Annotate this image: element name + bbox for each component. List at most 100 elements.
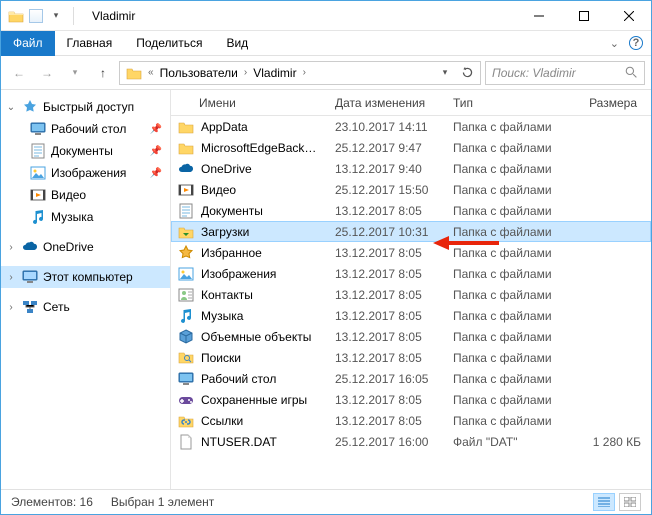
tree-item[interactable]: Рабочий стол📌 [1, 118, 170, 140]
cell-date: 25.12.2017 15:50 [329, 183, 447, 197]
table-row[interactable]: Изображения13.12.2017 8:05Папка с файлам… [171, 263, 651, 284]
collapse-icon[interactable]: ⌄ [5, 102, 17, 113]
cell-type: Папка с файлами [447, 309, 567, 323]
view-details-button[interactable] [593, 493, 615, 511]
list-view: Имени Дата изменения Тип Размера AppData… [171, 90, 651, 489]
ribbon-tab-home[interactable]: Главная [55, 31, 125, 56]
status-count: Элементов: 16 [11, 495, 93, 509]
cell-type: Папка с файлами [447, 267, 567, 281]
ribbon-tab-share[interactable]: Поделиться [124, 31, 214, 56]
breadcrumb-segment[interactable]: Vladimir [249, 62, 300, 84]
video-icon [29, 187, 47, 203]
games-icon [177, 391, 195, 409]
tree-quick-access[interactable]: ⌄ Быстрый доступ [1, 96, 170, 118]
tree-item[interactable]: Музыка [1, 206, 170, 228]
cell-name: Документы [195, 204, 329, 218]
close-button[interactable] [606, 1, 651, 31]
cell-name: Объемные объекты [195, 330, 329, 344]
recent-dropdown[interactable]: ▾ [63, 61, 87, 85]
expand-icon[interactable]: › [5, 302, 17, 313]
table-row[interactable]: AppData23.10.2017 14:11Папка с файлами [171, 116, 651, 137]
maximize-button[interactable] [561, 1, 606, 31]
status-bar: Элементов: 16 Выбран 1 элемент [1, 489, 651, 513]
expand-icon[interactable]: › [5, 242, 17, 253]
separator [73, 7, 74, 25]
column-date[interactable]: Дата изменения [327, 96, 445, 110]
breadcrumb-segment[interactable]: Пользователи [156, 62, 242, 84]
cell-type: Папка с файлами [447, 162, 567, 176]
status-selection: Выбран 1 элемент [111, 495, 214, 509]
address-dropdown-icon[interactable]: ▾ [434, 62, 456, 84]
video-icon [177, 181, 195, 199]
help-icon[interactable]: ? [629, 36, 643, 50]
cell-name: Загрузки [195, 225, 329, 239]
table-row[interactable]: Ссылки13.12.2017 8:05Папка с файлами [171, 410, 651, 431]
search-input[interactable]: Поиск: Vladimir [485, 61, 645, 85]
address-bar[interactable]: « Пользователи › Vladimir › ▾ [119, 61, 481, 85]
music-icon [29, 209, 47, 225]
desktop-icon [177, 370, 195, 388]
table-row[interactable]: Музыка13.12.2017 8:05Папка с файлами [171, 305, 651, 326]
docs-icon [29, 143, 47, 159]
table-row[interactable]: MicrosoftEdgeBackups25.12.2017 9:47Папка… [171, 137, 651, 158]
chevron-left-icon[interactable]: « [146, 67, 156, 78]
pin-icon: 📌 [150, 168, 162, 179]
cell-date: 25.12.2017 9:47 [329, 141, 447, 155]
tree-onedrive[interactable]: › OneDrive [1, 236, 170, 258]
expand-icon[interactable]: › [5, 272, 17, 283]
ribbon-expand-icon[interactable]: ⌄ [610, 37, 619, 50]
table-row[interactable]: Контакты13.12.2017 8:05Папка с файлами [171, 284, 651, 305]
network-icon [21, 299, 39, 315]
cell-name: AppData [195, 120, 329, 134]
folder-icon [7, 7, 25, 25]
table-row[interactable]: Избранное13.12.2017 8:05Папка с файлами [171, 242, 651, 263]
downloads-icon [177, 223, 195, 241]
table-row[interactable]: Сохраненные игры13.12.2017 8:05Папка с ф… [171, 389, 651, 410]
onedrive-icon [177, 160, 195, 178]
properties-icon[interactable] [29, 9, 43, 23]
ribbon-tab-file[interactable]: Файл [1, 31, 55, 56]
table-row[interactable]: Поиски13.12.2017 8:05Папка с файлами [171, 347, 651, 368]
folder-icon [177, 118, 195, 136]
cell-date: 13.12.2017 8:05 [329, 246, 447, 260]
back-button[interactable]: ← [7, 61, 31, 85]
qat-dropdown-icon[interactable]: ▾ [47, 7, 65, 25]
cell-name: Ссылки [195, 414, 329, 428]
up-button[interactable]: ↑ [91, 61, 115, 85]
table-row[interactable]: Объемные объекты13.12.2017 8:05Папка с ф… [171, 326, 651, 347]
table-row[interactable]: OneDrive13.12.2017 9:40Папка с файлами [171, 158, 651, 179]
table-row[interactable]: Документы13.12.2017 8:05Папка с файлами [171, 200, 651, 221]
tree-item[interactable]: Изображения📌 [1, 162, 170, 184]
tree-item[interactable]: Документы📌 [1, 140, 170, 162]
ribbon-tab-view[interactable]: Вид [214, 31, 260, 56]
cell-type: Папка с файлами [447, 351, 567, 365]
cell-name: Поиски [195, 351, 329, 365]
view-large-button[interactable] [619, 493, 641, 511]
tree-network[interactable]: › Сеть [1, 296, 170, 318]
table-row[interactable]: Рабочий стол25.12.2017 16:05Папка с файл… [171, 368, 651, 389]
table-row[interactable]: Видео25.12.2017 15:50Папка с файлами [171, 179, 651, 200]
column-name[interactable]: Имени [171, 96, 327, 110]
column-size[interactable]: Размера [565, 96, 645, 110]
tree-item[interactable]: Видео [1, 184, 170, 206]
3d-icon [177, 328, 195, 346]
onedrive-icon [21, 239, 39, 255]
cell-type: Папка с файлами [447, 414, 567, 428]
chevron-right-icon[interactable]: › [242, 67, 249, 78]
refresh-icon[interactable] [456, 62, 478, 84]
minimize-button[interactable] [516, 1, 561, 31]
cell-date: 25.12.2017 10:31 [329, 225, 447, 239]
quick-access-toolbar: ▾ [1, 7, 84, 25]
forward-button[interactable]: → [35, 61, 59, 85]
search-placeholder: Поиск: Vladimir [492, 66, 576, 80]
cell-type: Папка с файлами [447, 183, 567, 197]
tree-this-pc[interactable]: › Этот компьютер [1, 266, 170, 288]
table-row[interactable]: NTUSER.DAT25.12.2017 16:00Файл "DAT"1 28… [171, 431, 651, 452]
cell-name: Контакты [195, 288, 329, 302]
column-type[interactable]: Тип [445, 96, 565, 110]
navigation-pane[interactable]: ⌄ Быстрый доступ Рабочий стол📌Документы📌… [1, 90, 171, 489]
folder-icon [177, 139, 195, 157]
cell-name: Сохраненные игры [195, 393, 329, 407]
chevron-right-icon[interactable]: › [301, 67, 308, 78]
table-row[interactable]: Загрузки25.12.2017 10:31Папка с файлами [171, 221, 651, 242]
